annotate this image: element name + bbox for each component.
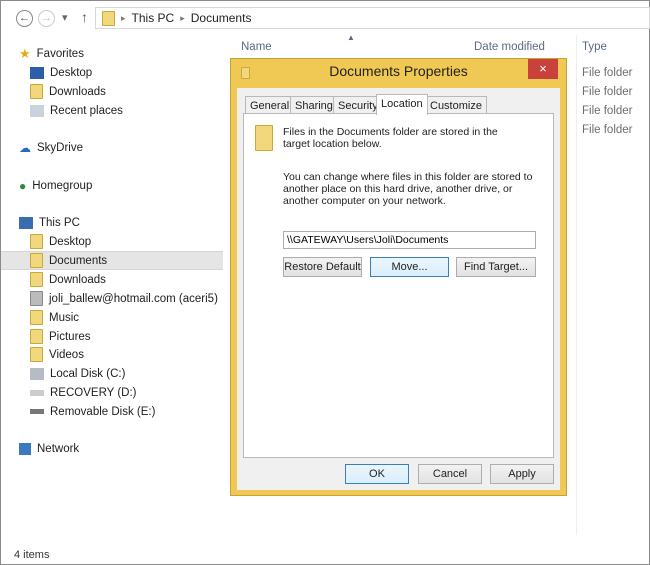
documents-folder-icon <box>255 125 273 151</box>
sidebar-item-downloads[interactable]: Downloads <box>1 82 223 101</box>
tab-customize[interactable]: Customize <box>425 96 487 114</box>
homegroup-icon: ● <box>19 178 27 193</box>
move-button[interactable]: Move... <box>370 257 449 277</box>
sidebar-item-desktop[interactable]: Desktop <box>1 63 223 82</box>
tab-location[interactable]: Location <box>376 94 428 115</box>
back-button[interactable]: ← <box>16 10 33 27</box>
file-type: File folder <box>582 124 633 136</box>
sidebar-item-removable[interactable]: Removable Disk (E:) <box>1 402 223 421</box>
find-target-button[interactable]: Find Target... <box>456 257 536 277</box>
downloads-folder-icon <box>30 84 43 99</box>
apply-button[interactable]: Apply <box>490 464 554 484</box>
location-description: You can change where files in this folde… <box>283 171 533 207</box>
sidebar-favorites[interactable]: ★ Favorites <box>1 44 223 63</box>
location-path-input[interactable] <box>283 231 536 249</box>
sidebar-item-recent-places[interactable]: Recent places <box>1 101 223 120</box>
column-type[interactable]: Type <box>582 41 607 53</box>
sidebar-item-videos[interactable]: Videos <box>1 345 223 364</box>
sidebar-homegroup[interactable]: ● Homegroup <box>1 176 223 195</box>
close-button[interactable]: × <box>528 59 558 79</box>
folder-icon <box>30 234 43 249</box>
chevron-right-icon: ▸ <box>121 12 126 23</box>
file-type: File folder <box>582 105 633 117</box>
sidebar-this-pc[interactable]: This PC <box>1 213 223 232</box>
drive-icon <box>30 367 44 380</box>
sidebar-skydrive[interactable]: ☁ SkyDrive <box>1 138 223 157</box>
user-icon <box>30 291 43 306</box>
sidebar-item-user[interactable]: joli_ballew@hotmail.com (aceri5) <box>1 289 223 308</box>
tab-general[interactable]: General <box>245 96 295 114</box>
ok-button[interactable]: OK <box>345 464 409 484</box>
chevron-right-icon: ▸ <box>180 12 185 23</box>
location-info-text: Files in the Documents folder are stored… <box>283 126 498 150</box>
drive-icon <box>30 389 44 396</box>
desktop-icon <box>30 66 44 79</box>
sidebar-item-pictures[interactable]: Pictures <box>1 327 223 346</box>
computer-icon <box>19 216 33 229</box>
tab-sharing[interactable]: Sharing <box>290 96 338 114</box>
sidebar-item-desktop-pc[interactable]: Desktop <box>1 232 223 251</box>
sidebar-item-recovery[interactable]: RECOVERY (D:) <box>1 383 223 402</box>
sidebar-item-local-disk[interactable]: Local Disk (C:) <box>1 364 223 383</box>
folder-icon <box>30 253 43 268</box>
folder-icon <box>30 272 43 287</box>
folder-icon <box>102 10 115 26</box>
star-icon: ★ <box>19 45 31 61</box>
folder-icon <box>30 310 43 325</box>
sidebar-item-downloads-pc[interactable]: Downloads <box>1 270 223 289</box>
breadcrumb-documents[interactable]: Documents <box>191 11 252 25</box>
recent-dropdown[interactable]: ▾ <box>62 11 68 24</box>
properties-dialog: Documents Properties × General Sharing S… <box>230 58 567 496</box>
sort-arrow-icon: ▲ <box>347 33 355 42</box>
folder-icon <box>30 347 43 362</box>
address-bar[interactable]: ▸ This PC ▸ Documents <box>95 7 650 29</box>
folder-icon <box>30 329 43 344</box>
breadcrumb-this-pc[interactable]: This PC <box>132 11 175 25</box>
sidebar-network[interactable]: Network <box>1 439 223 458</box>
file-type: File folder <box>582 67 633 79</box>
sidebar-item-music[interactable]: Music <box>1 308 223 327</box>
status-item-count: 4 items <box>14 549 50 561</box>
removable-drive-icon <box>30 409 44 414</box>
file-type: File folder <box>582 86 633 98</box>
dialog-title: Documents Properties <box>329 63 468 79</box>
restore-default-button[interactable]: Restore Default <box>283 257 362 277</box>
recent-places-icon <box>30 104 44 117</box>
forward-button[interactable]: → <box>38 10 55 27</box>
network-icon <box>19 442 31 455</box>
sidebar-item-documents[interactable]: Documents <box>1 251 223 270</box>
up-button[interactable]: ↑ <box>81 9 88 25</box>
location-panel: Files in the Documents folder are stored… <box>243 113 554 458</box>
cloud-icon: ☁ <box>19 140 31 155</box>
cancel-button[interactable]: Cancel <box>418 464 482 484</box>
column-name[interactable]: Name <box>241 41 272 53</box>
column-date-modified[interactable]: Date modified <box>474 41 545 53</box>
